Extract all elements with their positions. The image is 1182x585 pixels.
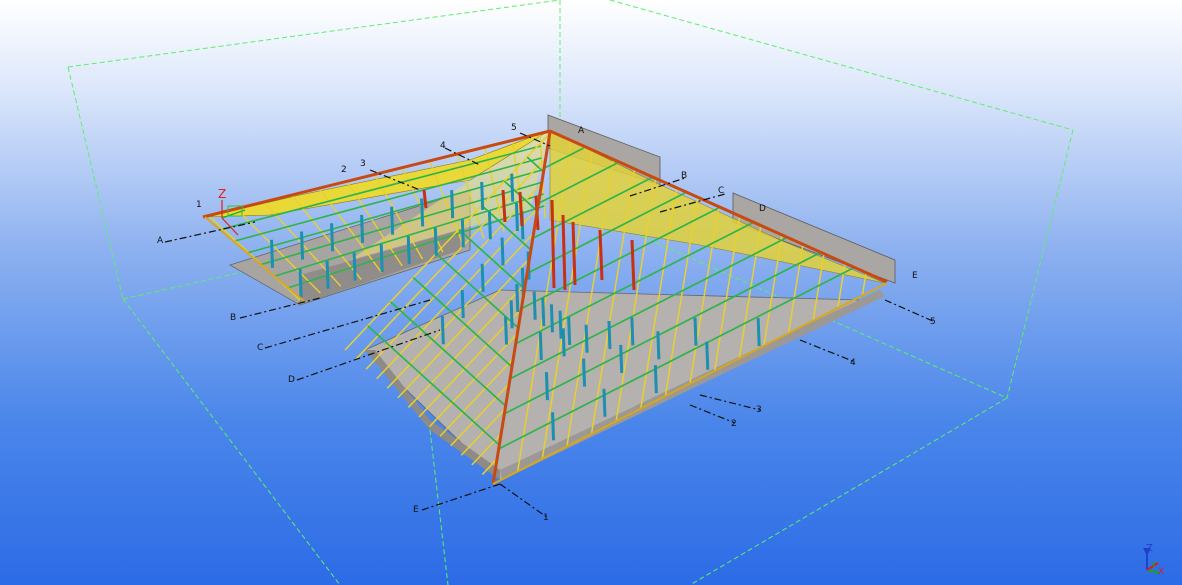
grid-label-a-right: A: [578, 126, 585, 136]
roof-post: [509, 300, 514, 329]
roof-post: [330, 223, 335, 252]
roof-post: [325, 260, 330, 289]
roof-post: [756, 318, 761, 347]
roof-post: [693, 317, 698, 346]
roof-post: [656, 331, 661, 360]
grid-label-1-right: 1: [543, 513, 549, 523]
triad-y-label: Y: [1150, 561, 1157, 571]
grid-label-2-right: 2: [731, 419, 737, 429]
roof-post: [300, 231, 305, 260]
triad-z-label: Z: [1146, 543, 1153, 554]
roof-post: [653, 365, 658, 394]
triad-x-label: X: [1158, 567, 1164, 577]
roof-post: [360, 214, 365, 244]
roof-post: [480, 263, 485, 292]
roof-post: [532, 291, 537, 320]
roof-post: [433, 227, 438, 256]
roof-post: [379, 244, 384, 273]
roof-post: [504, 316, 508, 345]
roof-post: [390, 206, 395, 235]
grid-label-5-right: 5: [930, 317, 936, 327]
roof-post: [541, 297, 546, 327]
roof-post: [515, 284, 520, 313]
grid-label-a-left: A: [157, 236, 164, 246]
grid-label-e-left: E: [413, 505, 419, 515]
grid-label-d-right: D: [759, 204, 766, 214]
grid-label-1-top: 1: [196, 200, 202, 210]
roof-post: [602, 388, 607, 417]
roof-post: [480, 181, 485, 210]
3d-model-viewport[interactable]: A B C D E 1 2 3 4 5 A B C D E 5 4 3 2 1 …: [0, 0, 1182, 585]
roof-post: [582, 358, 587, 387]
grid-label-d-left: D: [288, 375, 295, 385]
roof-post: [460, 289, 465, 319]
grid-label-2-top: 2: [341, 165, 347, 175]
roof-post: [510, 173, 515, 202]
roof-post: [298, 268, 303, 297]
roof-post: [584, 324, 589, 353]
roof-post: [487, 211, 492, 240]
grid-label-e-right: E: [912, 271, 918, 281]
roof-post: [705, 341, 710, 370]
roof-post: [500, 237, 505, 266]
roof-post: [450, 190, 455, 219]
grid-label-3-top: 3: [360, 159, 366, 169]
roof-post: [352, 252, 357, 281]
grid-label-4-right: 4: [850, 358, 856, 368]
roof-post: [551, 412, 556, 441]
roof-post: [270, 239, 275, 268]
roof-post: [544, 372, 549, 401]
roof-post: [460, 219, 465, 248]
view-triad[interactable]: Z Y X: [1143, 543, 1164, 577]
roof-post: [420, 198, 425, 227]
grid-label-5-top: 5: [511, 123, 517, 133]
roof-post: [406, 235, 411, 265]
local-axis-z-label: Z: [218, 187, 226, 201]
roof-post: [549, 304, 554, 333]
roof-post: [538, 331, 543, 360]
roof-post: [514, 202, 519, 232]
grid-label-c-right: C: [718, 186, 724, 196]
roof-post: [440, 316, 445, 345]
roof-post: [558, 310, 563, 339]
grid-label-4-top: 4: [440, 141, 446, 151]
roof-post: [630, 317, 635, 346]
grid-label-3-right: 3: [756, 405, 762, 415]
grid-label-c-left: C: [257, 343, 263, 353]
roof-post: [607, 320, 612, 350]
roof-post: [619, 344, 624, 373]
roof-post: [561, 328, 566, 357]
roof-post: [567, 316, 572, 346]
grid-label-b-left: B: [230, 313, 236, 323]
grid-label-b-right: B: [681, 171, 687, 181]
